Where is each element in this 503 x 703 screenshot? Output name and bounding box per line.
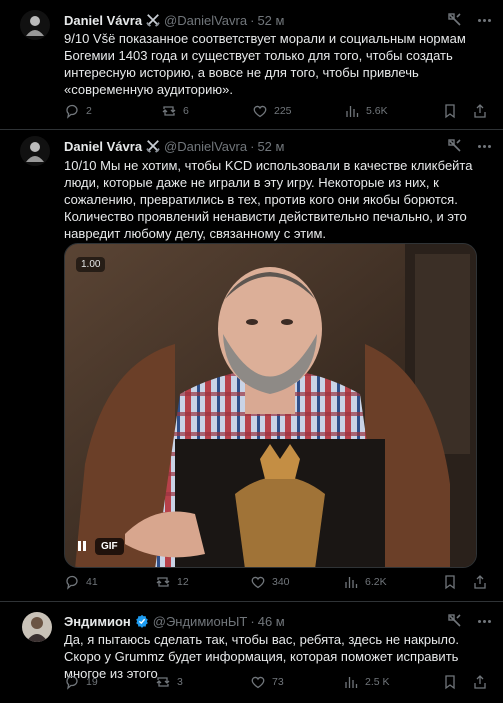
- repost-count: 12: [177, 576, 189, 588]
- like-icon: [251, 676, 265, 689]
- avatar[interactable]: [22, 612, 52, 642]
- like-count: 225: [274, 105, 292, 117]
- separator-dot: ·: [250, 12, 255, 28]
- separator-dot: ·: [250, 613, 255, 629]
- more-icon[interactable]: [475, 613, 493, 629]
- like-button[interactable]: 225: [252, 103, 292, 119]
- bookmark-icon[interactable]: [442, 574, 458, 590]
- repost-count: 6: [183, 105, 189, 117]
- display-name[interactable]: Daniel Vávra: [64, 13, 142, 28]
- reply-count: 41: [86, 576, 98, 588]
- handle[interactable]: @DanielVavra: [164, 13, 247, 28]
- tweet-actions-right: [442, 574, 488, 590]
- views-icon: [345, 677, 358, 688]
- handle[interactable]: @ЭндимионЫТ: [153, 614, 248, 629]
- more-icon[interactable]: [475, 12, 493, 28]
- repost-icon: [162, 106, 176, 116]
- reply-count: 2: [86, 105, 92, 117]
- views-count: 2.5 K: [365, 676, 390, 688]
- repost-count: 3: [177, 676, 183, 688]
- reply-icon: [66, 575, 78, 590]
- display-name[interactable]: Daniel Vávra: [64, 139, 142, 154]
- more-icon[interactable]: [475, 138, 493, 154]
- reply-count: 19: [86, 676, 98, 688]
- reply-icon: [66, 104, 78, 119]
- grok-icon[interactable]: [447, 12, 463, 28]
- tweet-actions: 2 6 225 5.6K: [64, 103, 444, 121]
- reply-button[interactable]: 2: [64, 103, 92, 119]
- handle[interactable]: @DanielVavra: [164, 139, 247, 154]
- reply-icon: [66, 675, 78, 690]
- gif-controls: GIF: [73, 537, 124, 555]
- grok-icon[interactable]: [447, 138, 463, 154]
- like-button[interactable]: 73: [250, 674, 284, 690]
- grok-icon[interactable]: [447, 613, 463, 629]
- bookmark-icon[interactable]: [442, 103, 458, 119]
- like-count: 340: [272, 576, 290, 588]
- reply-button[interactable]: 19: [64, 674, 98, 690]
- share-icon[interactable]: [472, 103, 488, 119]
- tweet-3[interactable]: Эндимион @ЭндимионЫТ · 46 м Да, я пытаюс…: [0, 602, 503, 703]
- bookmark-icon[interactable]: [442, 674, 458, 690]
- gif-badge: GIF: [95, 537, 124, 555]
- crossed-swords-icon: [146, 140, 160, 153]
- views-icon: [346, 106, 359, 117]
- timestamp[interactable]: 52 м: [257, 139, 284, 154]
- share-icon[interactable]: [472, 574, 488, 590]
- repost-icon: [156, 677, 170, 687]
- share-icon[interactable]: [472, 674, 488, 690]
- repost-icon: [156, 577, 170, 587]
- timestamp[interactable]: 46 м: [258, 614, 285, 629]
- tweet-1[interactable]: Daniel Vávra @DanielVavra · 52 м 9/10 Vš…: [0, 0, 503, 130]
- reply-button[interactable]: 41: [64, 574, 98, 590]
- pause-icon[interactable]: [73, 537, 91, 555]
- views-icon: [345, 577, 358, 588]
- playback-speed-badge[interactable]: 1.00: [76, 257, 106, 272]
- repost-button[interactable]: 3: [155, 674, 183, 690]
- crossed-swords-icon: [146, 14, 160, 27]
- avatar-image: [22, 612, 52, 642]
- tweet-media-gif[interactable]: 1.00 GIF: [64, 243, 477, 568]
- avatar-image: [20, 136, 50, 166]
- tweet-header: Эндимион @ЭндимионЫТ · 46 м: [64, 612, 285, 630]
- views-button[interactable]: 6.2K: [343, 574, 387, 590]
- tweet-text: 9/10 Všё показанное соответствует морали…: [64, 31, 466, 97]
- avatar-image: [20, 10, 50, 40]
- separator-dot: ·: [250, 138, 255, 154]
- tweet-text: 10/10 Мы не хотим, чтобы KCD использовал…: [64, 158, 473, 241]
- like-count: 73: [272, 676, 284, 688]
- verified-icon: [135, 614, 148, 628]
- like-icon: [253, 105, 267, 118]
- timestamp[interactable]: 52 м: [257, 13, 284, 28]
- display-name[interactable]: Эндимион: [64, 614, 131, 629]
- tweet-actions-right: [442, 103, 488, 119]
- like-button[interactable]: 340: [250, 574, 290, 590]
- repost-button[interactable]: 12: [155, 574, 189, 590]
- views-count: 6.2K: [365, 576, 387, 588]
- avatar[interactable]: [20, 10, 50, 40]
- like-icon: [251, 576, 265, 589]
- tweet-header: Daniel Vávra @DanielVavra · 52 м: [64, 137, 284, 155]
- gif-frame-image: [65, 244, 476, 567]
- views-count: 5.6K: [366, 105, 388, 117]
- avatar[interactable]: [20, 136, 50, 166]
- repost-button[interactable]: 6: [161, 103, 189, 119]
- tweet-header: Daniel Vávra @DanielVavra · 52 м: [64, 11, 284, 29]
- tweet-actions-right: [442, 674, 488, 690]
- views-button[interactable]: 2.5 K: [343, 674, 390, 690]
- views-button[interactable]: 5.6K: [344, 103, 388, 119]
